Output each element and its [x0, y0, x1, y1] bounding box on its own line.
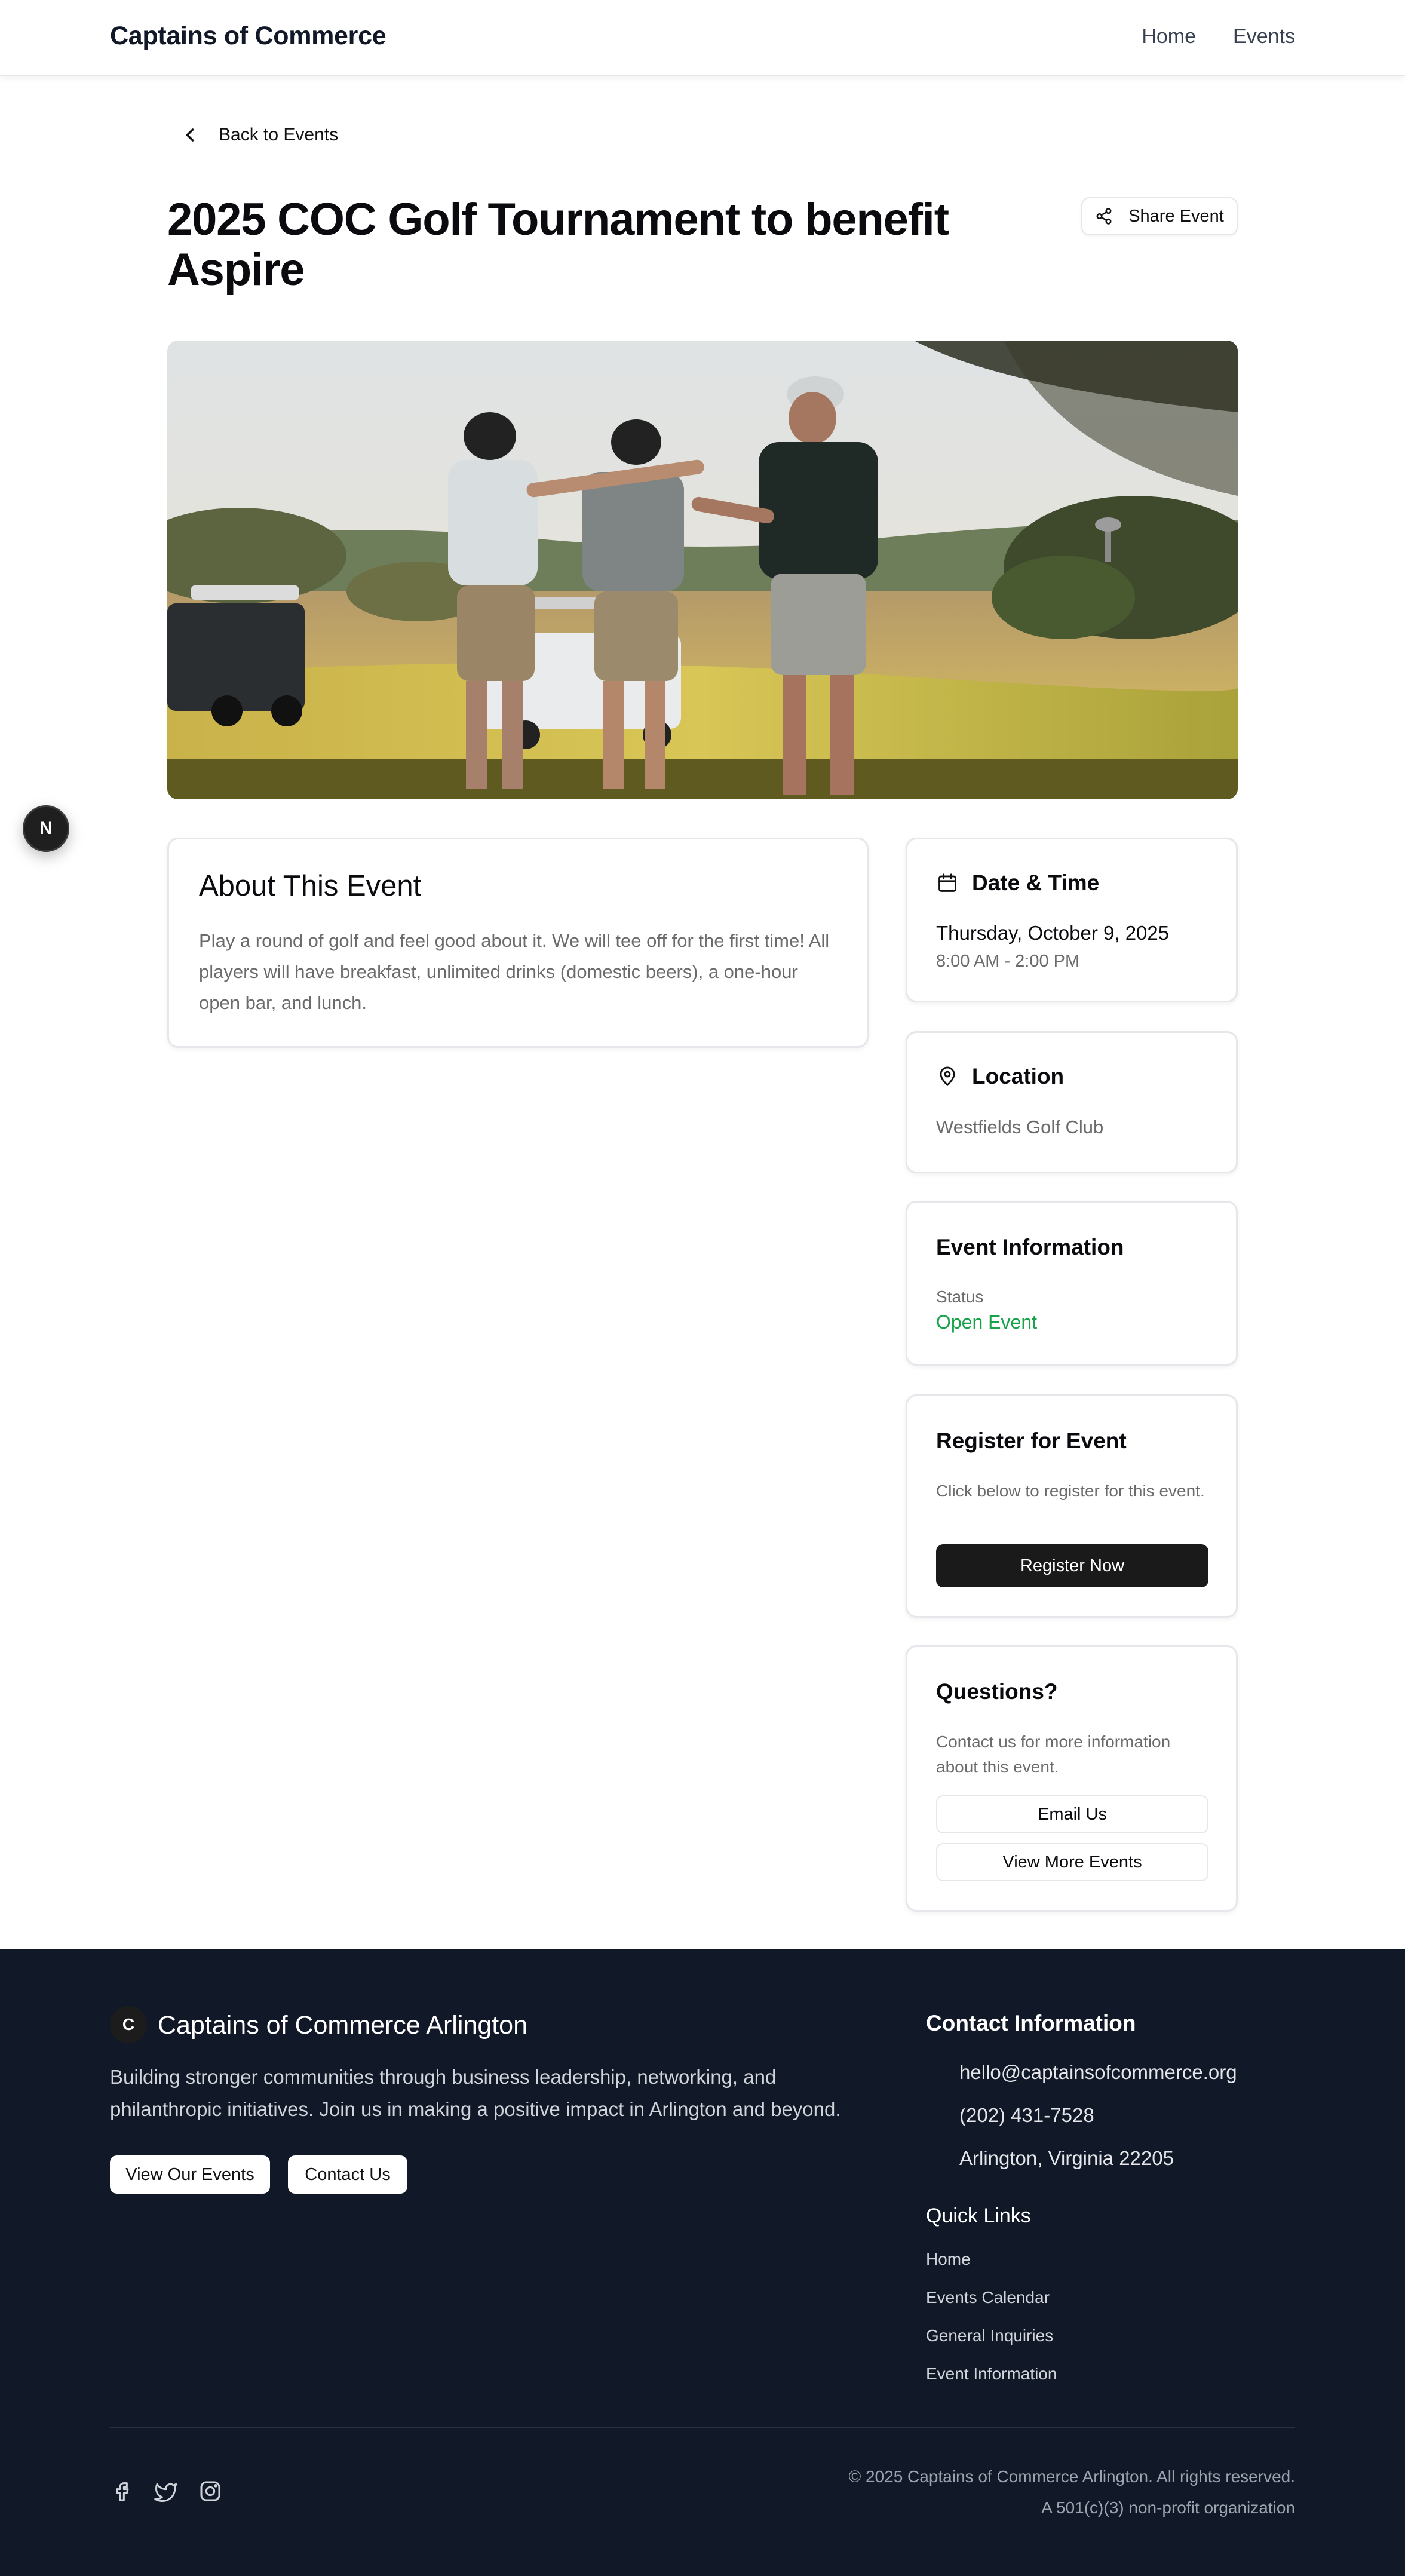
facebook-icon[interactable]: [110, 2479, 134, 2503]
chevron-left-icon: [186, 128, 194, 142]
footer-brand: Captains of Commerce Arlington: [158, 2011, 528, 2040]
contact-phone[interactable]: (202) 431-7528: [959, 2104, 1094, 2127]
questions-description: Contact us for more information about th…: [936, 1732, 1171, 1776]
quick-link-events-calendar[interactable]: Events Calendar: [926, 2288, 1050, 2307]
email-us-button[interactable]: Email Us: [936, 1795, 1208, 1833]
footer-divider: [110, 2427, 1295, 2428]
location-value: Westfields Golf Club: [936, 1117, 1104, 1137]
top-navbar: Captains of Commerce Home Events: [0, 0, 1405, 76]
twitter-icon[interactable]: [154, 2479, 178, 2503]
questions-heading: Questions?: [936, 1679, 1058, 1704]
contact-email[interactable]: hello@captainsofcommerce.org: [959, 2061, 1237, 2084]
location-card: Location Westfields Golf Club: [906, 1031, 1238, 1173]
main-nav: Home Events: [1142, 25, 1295, 48]
register-card: Register for Event Click below to regist…: [906, 1394, 1238, 1618]
about-description: Play a round of golf and feel good about…: [199, 930, 830, 1013]
contact-address: Arlington, Virginia 22205: [959, 2147, 1174, 2169]
social-links: [110, 2479, 222, 2503]
event-date: Thursday, October 9, 2025: [936, 922, 1170, 944]
share-event-label: Share Event: [1128, 206, 1224, 226]
nextjs-dev-badge[interactable]: N: [23, 805, 69, 852]
calendar-icon: [938, 873, 956, 892]
event-hero-image: [167, 341, 1238, 799]
quick-link-event-information[interactable]: Event Information: [926, 2365, 1057, 2384]
share-event-button[interactable]: Share Event: [1081, 197, 1238, 235]
site-footer: C Captains of Commerce Arlington Buildin…: [0, 1949, 1405, 2576]
back-to-events-link[interactable]: Back to Events: [179, 124, 338, 146]
register-heading: Register for Event: [936, 1428, 1127, 1453]
register-description: Click below to register for this event.: [936, 1482, 1205, 1500]
event-information-card: Event Information Status Open Event: [906, 1201, 1238, 1366]
nav-home[interactable]: Home: [1142, 25, 1196, 48]
event-information-heading: Event Information: [936, 1235, 1124, 1259]
quick-link-home[interactable]: Home: [926, 2250, 971, 2269]
status-label: Status: [936, 1287, 984, 1306]
event-title: 2025 COC Golf Tournament to benefit Aspi…: [167, 194, 949, 295]
date-time-card: Date & Time Thursday, October 9, 2025 8:…: [906, 838, 1238, 1002]
instagram-icon[interactable]: [198, 2479, 222, 2503]
view-our-events-button[interactable]: View Our Events: [110, 2155, 270, 2194]
register-now-button[interactable]: Register Now: [936, 1544, 1208, 1587]
footer-logo: C: [110, 2006, 147, 2043]
back-link-label: Back to Events: [219, 125, 339, 145]
quick-link-general-inquiries[interactable]: General Inquiries: [926, 2326, 1053, 2345]
questions-card: Questions? Contact us for more informati…: [906, 1645, 1238, 1912]
quick-links-heading: Quick Links: [926, 2204, 1031, 2227]
date-time-heading: Date & Time: [972, 870, 1100, 895]
share-icon: [1096, 208, 1112, 225]
view-more-events-button[interactable]: View More Events: [936, 1843, 1208, 1881]
contact-information-heading: Contact Information: [926, 2011, 1136, 2035]
nonprofit-text: A 501(c)(3) non-profit organization: [1041, 2498, 1295, 2517]
status-value: Open Event: [936, 1311, 1037, 1333]
location-heading: Location: [972, 1064, 1065, 1088]
contact-us-button[interactable]: Contact Us: [288, 2155, 407, 2194]
site-brand[interactable]: Captains of Commerce: [110, 22, 386, 51]
event-time: 8:00 AM - 2:00 PM: [936, 952, 1080, 971]
about-event-card: About This Event Play a round of golf an…: [167, 838, 869, 1048]
about-heading: About This Event: [199, 870, 422, 902]
copyright-text: © 2025 Captains of Commerce Arlington. A…: [848, 2467, 1295, 2486]
nav-events[interactable]: Events: [1233, 25, 1295, 48]
map-pin-icon: [940, 1066, 955, 1087]
footer-description: Building stronger communities through bu…: [110, 2066, 841, 2120]
